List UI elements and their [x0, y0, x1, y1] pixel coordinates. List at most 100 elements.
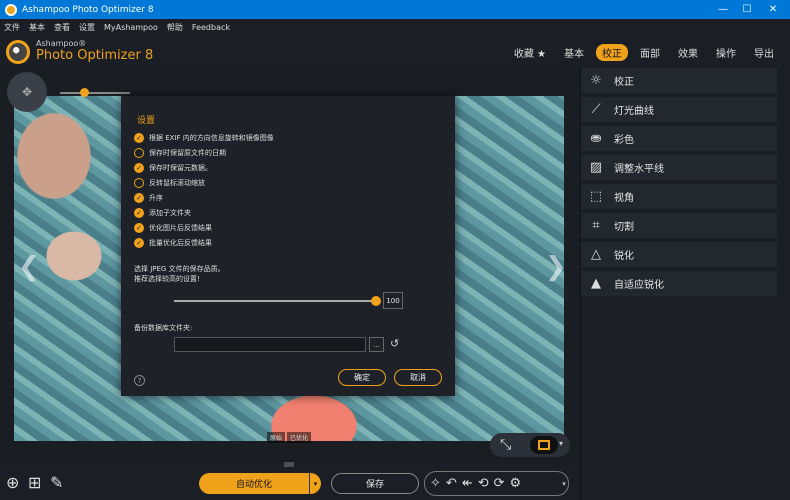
- add-folder-icon[interactable]: ⊞: [28, 473, 41, 492]
- menu-settings[interactable]: 设置: [79, 22, 95, 33]
- edit-tools-group: ✧ ↶ ↞ ⟲ ⟳ ⚙: [424, 471, 569, 496]
- tool-label: 校正: [614, 77, 634, 88]
- jpeg-quality-slider[interactable]: [174, 300, 374, 302]
- option-label: 升序: [149, 194, 163, 202]
- original-label: 原始: [267, 432, 286, 443]
- undo-all-icon[interactable]: ↞: [462, 476, 473, 491]
- rotate-left-icon[interactable]: ⟲: [478, 476, 489, 491]
- add-image-icon[interactable]: ⊕: [6, 473, 19, 492]
- triangle-icon: △: [591, 247, 601, 262]
- chevron-down-icon[interactable]: ▾: [559, 439, 563, 448]
- adaptive-sharpen-icon: ▲: [591, 276, 601, 291]
- checkbox-checked-icon[interactable]: ✓: [134, 208, 144, 218]
- minimize-button[interactable]: —: [710, 0, 736, 19]
- tool-perspective[interactable]: ⬚ 视角: [581, 184, 777, 210]
- checkbox-unchecked-icon[interactable]: [134, 148, 144, 158]
- gear-icon[interactable]: ⚙: [510, 476, 522, 491]
- tab-favorites[interactable]: 收藏 ★: [508, 44, 552, 61]
- magic-wand-icon[interactable]: ✧: [430, 476, 441, 491]
- option-keep-metadata[interactable]: ✓ 保存时保留元数据。: [134, 162, 212, 174]
- color-bag-icon: ⛂: [590, 131, 602, 146]
- compare-view-icon[interactable]: [530, 436, 558, 454]
- option-invert-scroll[interactable]: 反转鼠标滚动缩放: [134, 177, 205, 189]
- option-ascending[interactable]: ✓ 升序: [134, 192, 163, 204]
- zoom-slider-handle[interactable]: [80, 88, 89, 97]
- jpeg-quality-value[interactable]: 100: [383, 292, 403, 309]
- undo-icon[interactable]: ↶: [446, 476, 457, 491]
- tool-adaptive-sharpen[interactable]: ▲ 自适应锐化: [581, 271, 777, 297]
- tool-sharpen[interactable]: △ 锐化: [581, 242, 777, 268]
- browse-button[interactable]: ...: [369, 337, 384, 352]
- expand-handle[interactable]: [284, 462, 294, 467]
- checkbox-checked-icon[interactable]: ✓: [134, 223, 144, 233]
- dialog-title: 设置: [137, 116, 156, 126]
- option-keep-date[interactable]: 保存时保留原文件的日期: [134, 147, 226, 159]
- menu-myashampoo[interactable]: MyAshampoo: [104, 23, 158, 32]
- tool-correct[interactable]: ☼ 校正: [581, 68, 777, 94]
- jpeg-quality-handle[interactable]: [371, 296, 381, 306]
- crop-icon: ⌗: [592, 218, 600, 233]
- previous-image-icon[interactable]: ❮: [18, 252, 40, 282]
- tool-light-curve[interactable]: ⟋ 灯光曲线: [581, 97, 777, 123]
- sun-icon: ☼: [590, 73, 602, 88]
- ok-button[interactable]: 确定: [338, 369, 386, 386]
- tool-label: 锐化: [614, 251, 634, 262]
- checkbox-unchecked-icon[interactable]: [134, 178, 144, 188]
- close-button[interactable]: ✕: [760, 0, 786, 19]
- menu-bar: 文件 基本 查看 设置 MyAshampoo 帮助 Feedback: [0, 19, 790, 36]
- window-title: Ashampoo Photo Optimizer 8: [22, 4, 154, 15]
- rotate-right-icon[interactable]: ⟳: [494, 476, 505, 491]
- tool-crop[interactable]: ⌗ 切割: [581, 213, 777, 239]
- checkbox-checked-icon[interactable]: ✓: [134, 133, 144, 143]
- menu-help[interactable]: 帮助: [167, 22, 183, 33]
- logo-icon: [6, 40, 30, 64]
- shrink-icon[interactable]: ⤡: [500, 437, 511, 453]
- checkbox-checked-icon[interactable]: ✓: [134, 238, 144, 248]
- top-tabs: 收藏 ★ 基本 校正 面部 效果 操作 导出: [502, 44, 780, 61]
- tab-operations[interactable]: 操作: [710, 44, 742, 61]
- tab-basic[interactable]: 基本: [558, 44, 590, 61]
- option-feedback-batch[interactable]: ✓ 批量优化后反馈结果: [134, 237, 212, 249]
- jpeg-label-line1: 选择 JPEG 文件的保存品质。: [134, 265, 225, 273]
- zoom-slider-track[interactable]: [60, 92, 130, 94]
- horizon-image-icon: ▨: [589, 160, 603, 175]
- clean-brush-icon[interactable]: ✎: [50, 473, 63, 492]
- jpeg-label-line2: 推荐选择较高的设置!: [134, 275, 200, 283]
- menu-basic[interactable]: 基本: [29, 22, 45, 33]
- cancel-button[interactable]: 取消: [394, 369, 442, 386]
- perspective-icon: ⬚: [589, 189, 603, 204]
- pan-navigator-icon[interactable]: ✥: [7, 72, 47, 112]
- split-labels: 原始 已优化: [267, 432, 313, 443]
- tab-correct[interactable]: 校正: [596, 44, 628, 61]
- tab-effects[interactable]: 效果: [672, 44, 704, 61]
- option-add-subfolders[interactable]: ✓ 添加子文件夹: [134, 207, 191, 219]
- tab-face[interactable]: 面部: [634, 44, 666, 61]
- chevron-down-icon[interactable]: ▾: [558, 473, 570, 494]
- checkbox-checked-icon[interactable]: ✓: [134, 163, 144, 173]
- option-label: 优化图片后反馈结果: [149, 224, 212, 232]
- tab-export[interactable]: 导出: [748, 44, 780, 61]
- reset-icon[interactable]: ↺: [390, 337, 399, 350]
- checkbox-checked-icon[interactable]: ✓: [134, 193, 144, 203]
- next-image-icon[interactable]: ❯: [545, 252, 567, 282]
- option-exif-rotate[interactable]: ✓ 根据 EXIF 内的方向信息旋转和镜像图像: [134, 132, 274, 144]
- auto-optimize-button[interactable]: 自动优化: [199, 473, 309, 494]
- maximize-button[interactable]: ☐: [734, 0, 760, 19]
- option-label: 保存时保留原文件的日期: [149, 149, 226, 157]
- tool-horizon[interactable]: ▨ 调整水平线: [581, 155, 777, 181]
- menu-file[interactable]: 文件: [4, 22, 20, 33]
- tool-label: 调整水平线: [614, 164, 664, 175]
- save-button[interactable]: 保存: [331, 473, 419, 494]
- app-icon: [5, 3, 17, 16]
- tool-label: 灯光曲线: [614, 106, 654, 117]
- tool-label: 视角: [614, 193, 634, 204]
- menu-feedback[interactable]: Feedback: [192, 23, 230, 32]
- option-feedback-single[interactable]: ✓ 优化图片后反馈结果: [134, 222, 212, 234]
- help-icon[interactable]: ?: [134, 375, 145, 386]
- title-bar: Ashampoo Photo Optimizer 8 — ☐ ✕: [0, 0, 790, 19]
- backup-folder-label: 备份数据库文件夹:: [134, 324, 193, 332]
- option-label: 批量优化后反馈结果: [149, 239, 212, 247]
- backup-folder-input[interactable]: [174, 337, 366, 352]
- tool-color[interactable]: ⛂ 彩色: [581, 126, 777, 152]
- menu-view[interactable]: 查看: [54, 22, 70, 33]
